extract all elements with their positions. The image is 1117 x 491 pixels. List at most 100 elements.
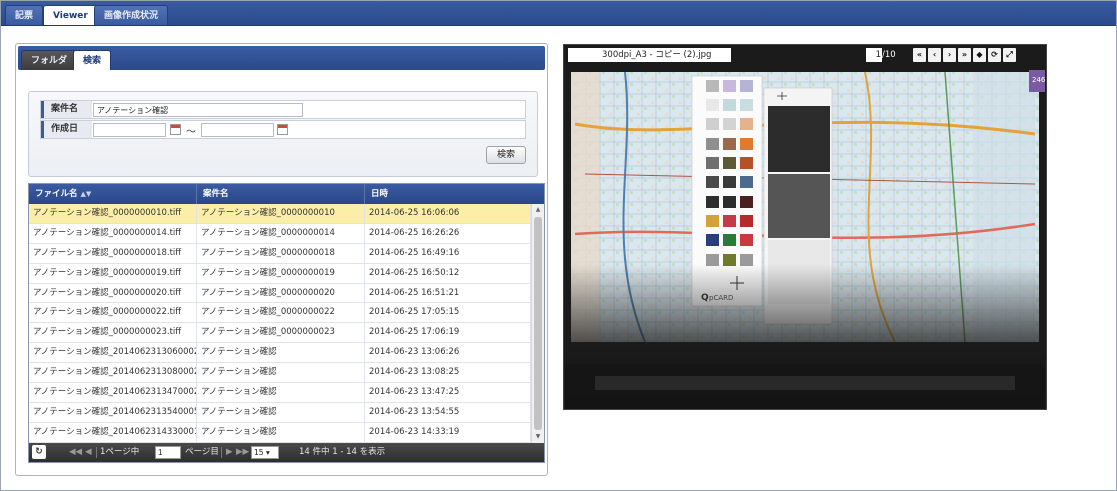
- cell-date: 2014-06-23 13:54:55: [365, 402, 531, 422]
- cell-case-name: アノテーション確認: [197, 363, 365, 383]
- cell-date: 2014-06-23 13:06:26: [365, 343, 531, 363]
- page-size-value: 15: [254, 448, 264, 457]
- chevron-down-icon: ▾: [265, 448, 270, 457]
- table-row[interactable]: アノテーション確認_0000000022.tiff アノテーション確認_00000…: [29, 303, 531, 324]
- page-size-select[interactable]: 15 ▾: [251, 446, 279, 459]
- cell-date: 2014-06-25 16:49:16: [365, 243, 531, 263]
- range-separator: ～: [186, 127, 196, 138]
- grid-scrollbar[interactable]: ▲ ▼: [531, 204, 544, 443]
- cell-date: 2014-06-25 16:50:12: [365, 263, 531, 283]
- cell-filename: アノテーション確認_20140623143300019.tif: [29, 422, 197, 442]
- cell-date: 2014-06-25 16:06:06: [365, 204, 531, 223]
- sort-icon: ▲▼: [80, 190, 92, 198]
- scroll-down-icon[interactable]: ▼: [532, 431, 544, 443]
- table-row[interactable]: アノテーション確認_20140623130600026.tifアノテーション確認…: [29, 343, 531, 364]
- grid-body: アノテーション確認_0000000010.tiff アノテーション確認_00000…: [29, 204, 531, 443]
- results-grid: ファイル名 ▲▼ 案件名 日時 アノテーション確認_0000000010.tiff…: [28, 183, 545, 463]
- cell-case-name: アノテーション確認_0000000018: [197, 243, 365, 263]
- table-row[interactable]: アノテーション確認_0000000020.tiff アノテーション確認_00000…: [29, 283, 531, 304]
- cell-case-name: アノテーション確認_0000000022: [197, 303, 365, 323]
- table-row[interactable]: アノテーション確認_20140623143300019.tifアノテーション確認…: [29, 422, 531, 443]
- pager-divider: [221, 447, 222, 458]
- pager-summary: 14 件中 1 - 14 を表示: [299, 447, 386, 457]
- column-header-label: ファイル名: [35, 189, 78, 199]
- image-viewer: 300dpi_A3 - コピー (2).jpg 1 /10 « ‹ › » ◆ …: [563, 44, 1047, 410]
- table-row[interactable]: アノテーション確認_0000000019.tiff アノテーション確認_00000…: [29, 263, 531, 284]
- page-number-input[interactable]: [155, 446, 181, 459]
- column-header-label: 日時: [371, 189, 389, 199]
- last-page-icon[interactable]: »: [958, 48, 971, 62]
- calendar-icon[interactable]: [277, 124, 288, 135]
- cell-filename: アノテーション確認_0000000018.tiff: [29, 243, 197, 263]
- cell-case-name: アノテーション確認: [197, 402, 365, 422]
- table-row[interactable]: アノテーション確認_0000000023.tiff アノテーション確認_00000…: [29, 323, 531, 344]
- created-date-row: 作成日 ～: [40, 120, 526, 139]
- calendar-icon[interactable]: [170, 124, 181, 135]
- search-panel: フォルダ 検索 案件名 作成日 ～ 検索 ファイル名▲▼ 案件名 日時: [15, 43, 548, 476]
- table-row[interactable]: アノテーション確認_20140623134700025.tifアノテーション確認…: [29, 383, 531, 403]
- layers-icon[interactable]: ◆: [973, 48, 986, 62]
- table-row[interactable]: アノテーション確認_20140623135400055.tifアノテーション確認…: [29, 402, 531, 423]
- column-header-filename[interactable]: ファイル名 ▲▼: [29, 184, 197, 204]
- case-name-input[interactable]: [93, 103, 303, 117]
- cell-filename: アノテーション確認_20140623134700025.tif: [29, 383, 197, 403]
- cell-case-name: アノテーション確認: [197, 422, 365, 442]
- cell-filename: アノテーション確認_0000000023.tiff: [29, 323, 197, 343]
- column-header-case[interactable]: 案件名: [197, 184, 365, 204]
- tab-image-status[interactable]: 画像作成状況: [94, 5, 169, 25]
- viewer-page-total: /10: [882, 50, 896, 60]
- grid-header: ファイル名 ▲▼ 案件名 日時: [29, 184, 544, 204]
- tab-folder[interactable]: フォルダ: [21, 50, 78, 70]
- top-tab-bar: 記票 Viewer 画像作成状況: [1, 1, 1116, 26]
- first-page-icon[interactable]: «: [913, 48, 926, 62]
- created-date-label: 作成日: [41, 121, 92, 138]
- cell-date: 2014-06-25 17:05:15: [365, 303, 531, 323]
- cell-date: 2014-06-25 16:51:21: [365, 283, 531, 303]
- table-row[interactable]: アノテーション確認_0000000018.tiff アノテーション確認_00000…: [29, 243, 531, 264]
- table-row[interactable]: アノテーション確認_0000000014.tiff アノテーション確認_00000…: [29, 223, 531, 244]
- prev-page-icon[interactable]: ‹: [928, 48, 941, 62]
- viewer-toolbar: 300dpi_A3 - コピー (2).jpg 1 /10 « ‹ › » ◆ …: [564, 45, 1046, 64]
- pager-divider: [96, 447, 97, 458]
- table-row[interactable]: アノテーション確認_20140623130800025.tifアノテーション確認…: [29, 363, 531, 384]
- cell-filename: アノテーション確認_20140623130600026.tif: [29, 343, 197, 363]
- cell-case-name: アノテーション確認_0000000014: [197, 223, 365, 243]
- cell-case-name: アノテーション確認_0000000019: [197, 263, 365, 283]
- refresh-icon[interactable]: ↻: [32, 445, 46, 459]
- table-row[interactable]: アノテーション確認_0000000010.tiff アノテーション確認_00000…: [29, 204, 531, 224]
- tab-viewer[interactable]: Viewer: [43, 5, 98, 25]
- cell-filename: アノテーション確認_0000000019.tiff: [29, 263, 197, 283]
- app-window: 記票 Viewer 画像作成状況 フォルダ 検索 案件名 作成日 ～ 検索: [0, 0, 1117, 491]
- scroll-up-icon[interactable]: ▲: [532, 204, 544, 216]
- page-suffix: ページ目: [185, 447, 219, 457]
- cell-filename: アノテーション確認_20140623130800025.tif: [29, 363, 197, 383]
- date-from-input[interactable]: [93, 123, 166, 137]
- column-header-date[interactable]: 日時: [365, 184, 544, 204]
- cell-date: 2014-06-23 13:08:25: [365, 363, 531, 383]
- cell-filename: アノテーション確認_20140623135400055.tif: [29, 402, 197, 422]
- sub-tab-bar: フォルダ 検索: [18, 46, 545, 70]
- cell-date: 2014-06-25 17:06:19: [365, 323, 531, 343]
- prev-page-icon[interactable]: ◀: [85, 443, 92, 462]
- case-name-label: 案件名: [41, 101, 92, 118]
- next-page-icon[interactable]: ▶: [226, 443, 233, 462]
- last-page-icon[interactable]: ▶▶: [236, 443, 249, 462]
- first-page-icon[interactable]: ◀◀: [69, 443, 82, 462]
- cell-date: 2014-06-23 13:47:25: [365, 383, 531, 403]
- fit-screen-icon[interactable]: ⤢: [1003, 48, 1016, 62]
- date-to-input[interactable]: [201, 123, 274, 137]
- scroll-thumb[interactable]: [534, 217, 542, 430]
- tab-kihyo[interactable]: 記票: [5, 5, 44, 25]
- cell-filename: アノテーション確認_0000000020.tiff: [29, 283, 197, 303]
- cell-date: 2014-06-25 16:26:26: [365, 223, 531, 243]
- cell-case-name: アノテーション確認: [197, 383, 365, 403]
- viewer-page-input[interactable]: 1: [866, 48, 882, 62]
- search-button[interactable]: 検索: [486, 146, 526, 164]
- cell-filename: アノテーション確認_0000000022.tiff: [29, 303, 197, 323]
- pager: ↻ ◀◀ ◀ 1ページ中 ページ目 ▶ ▶▶ 15 ▾ 14 件中 1 - 14…: [29, 443, 544, 462]
- next-page-icon[interactable]: ›: [943, 48, 956, 62]
- cell-case-name: アノテーション確認_0000000020: [197, 283, 365, 303]
- rotate-icon[interactable]: ⟳: [988, 48, 1001, 62]
- tab-search[interactable]: 検索: [73, 50, 112, 70]
- map-scan-image: Q pCARD 246: [565, 70, 1045, 409]
